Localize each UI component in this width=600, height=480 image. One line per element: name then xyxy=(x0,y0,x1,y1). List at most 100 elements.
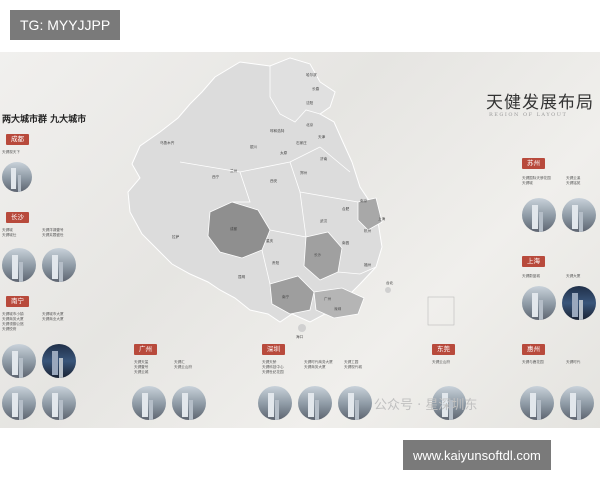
label-xian: 西安 xyxy=(270,178,278,183)
city-tag-chengdu: 成都 xyxy=(6,134,29,145)
label-taiyuan: 太原 xyxy=(280,150,288,155)
city-tag-shenzhen: 深圳 xyxy=(262,344,285,355)
label-shanghai: 上海 xyxy=(378,216,386,221)
shanghai-items-left: 天健蔚蓝城 xyxy=(522,274,540,279)
list-item: 天健与鹿花园 xyxy=(522,360,544,364)
shanghai-items-right: 天健大厦 xyxy=(566,274,580,279)
label-taipei: 台北 xyxy=(386,280,394,285)
shenzhen-photo-2 xyxy=(298,386,332,420)
city-tag-changsha: 长沙 xyxy=(6,212,29,223)
nanning-photo-1 xyxy=(2,344,36,378)
shenzhen-photo-3 xyxy=(338,386,372,420)
shenzhen-items-left: 天健天骄 天健科技中心 天健世纪花园 xyxy=(262,360,284,375)
layout-poster: 两大城市群 九大城市 天健发展布局 REGION OF LAYOUT 哈尔滨 长… xyxy=(0,52,600,428)
shanghai-photo-2 xyxy=(562,286,596,320)
nanning-photo-4 xyxy=(42,386,76,420)
dongguan-items: 天健云山府 xyxy=(432,360,450,365)
list-item: 天健城仕 xyxy=(2,233,17,237)
label-tianjin: 天津 xyxy=(318,134,326,139)
guangzhou-items-left: 天健天玺 天健壹号 天健云城 xyxy=(134,360,148,375)
label-hefei: 合肥 xyxy=(342,206,350,211)
label-fuzhou: 福州 xyxy=(364,262,372,267)
list-item: 天健云山府 xyxy=(174,365,192,369)
changsha-items-right: 天健洋湖壹号 天健芙蓉盛世 xyxy=(42,228,64,238)
label-lanzhou: 兰州 xyxy=(230,168,238,173)
label-wuhan: 武汉 xyxy=(320,218,328,223)
label-nanjing: 南京 xyxy=(360,198,368,203)
main-title: 天健发展布局 xyxy=(486,93,594,113)
label-nanchang: 南昌 xyxy=(342,240,350,245)
changsha-items-left: 天健城 天健城仕 xyxy=(2,228,16,238)
guangzhou-items-right: 天健汇 天健云山府 xyxy=(174,360,192,370)
list-item: 天健铭苑 xyxy=(566,181,581,185)
shenzhen-photo-1 xyxy=(258,386,292,420)
label-kunming: 昆明 xyxy=(238,274,246,279)
changsha-photo-1 xyxy=(2,248,36,282)
nanning-photo-2 xyxy=(42,344,76,378)
tg-text: TG: MYYJJPP xyxy=(20,17,111,33)
list-item: 天健观天下 xyxy=(2,150,20,154)
chengdu-items: 天健观天下 xyxy=(2,150,20,155)
label-lhasa: 拉萨 xyxy=(172,234,180,239)
label-chongqing: 重庆 xyxy=(266,238,274,243)
label-guiyang: 贵阳 xyxy=(272,260,280,265)
label-shenzhen: 深圳 xyxy=(334,306,342,311)
label-xining: 西宁 xyxy=(212,174,220,179)
china-outline xyxy=(127,57,383,323)
label-shenyang: 沈阳 xyxy=(306,100,314,105)
label-nanning: 南宁 xyxy=(282,294,290,299)
label-yinchuan: 银川 xyxy=(250,144,258,149)
northeast-region xyxy=(269,57,336,123)
city-tag-dongguan: 东莞 xyxy=(432,344,455,355)
url-overlay-label: www.kaiyunsoftdl.com xyxy=(403,440,551,470)
label-chengdu: 成都 xyxy=(230,226,238,231)
label-hangzhou: 杭州 xyxy=(364,228,372,233)
watermark: 公众号 · 星深圳东 xyxy=(374,398,478,413)
changsha-photo-2 xyxy=(42,248,76,282)
nanning-items-left: 天健城市小镇 天健商务大厦 天健领御公馆 天健悦府 xyxy=(2,312,24,332)
label-beijing: 北京 xyxy=(306,122,314,127)
tg-overlay-label: TG: MYYJJPP xyxy=(10,10,121,40)
list-item: 天健云城 xyxy=(134,370,149,374)
city-tag-suzhou: 苏州 xyxy=(522,158,545,169)
hainan-island xyxy=(298,324,306,332)
label-jinan: 济南 xyxy=(320,156,328,161)
guangzhou-photo-1 xyxy=(132,386,166,420)
china-map: 哈尔滨 长春 沈阳 北京 天津 石家庄 太原 济南 郑州 西安 兰州 西宁 银川… xyxy=(127,57,455,339)
list-item: 天健蔚蓝城 xyxy=(522,274,540,278)
label-changsha: 长沙 xyxy=(314,252,322,257)
left-section-title: 两大城市群 九大城市 xyxy=(2,115,87,125)
city-tag-guangzhou: 广州 xyxy=(134,344,157,355)
list-item: 天健云山府 xyxy=(432,360,450,364)
list-item: 天健商务大厦 xyxy=(304,365,326,369)
list-item: 天健时代 xyxy=(566,360,581,364)
south-china-sea-inset xyxy=(427,296,455,326)
list-item: 天健城 xyxy=(522,181,533,185)
label-urumqi: 乌鲁木齐 xyxy=(160,140,175,145)
chengdu-photo xyxy=(2,162,32,192)
list-item: 天健现代城 xyxy=(344,365,362,369)
label-changchun: 长春 xyxy=(312,86,320,91)
city-tag-nanning: 南宁 xyxy=(6,296,29,307)
url-text: www.kaiyunsoftdl.com xyxy=(413,447,541,463)
shenzhen-items-mid: 天健时代商务大厦 天健商务大厦 xyxy=(304,360,333,370)
label-hohhot: 呼和浩特 xyxy=(270,128,285,133)
list-item: 天健悦府 xyxy=(2,327,17,331)
suzhou-photo-2 xyxy=(562,198,596,232)
huizhou-photo-1 xyxy=(520,386,554,420)
list-item: 天健芙蓉盛世 xyxy=(42,233,64,237)
suzhou-photo-1 xyxy=(522,198,556,232)
huizhou-items-left: 天健与鹿花园 xyxy=(522,360,544,365)
list-item: 天健世纪花园 xyxy=(262,370,284,374)
taiwan-island xyxy=(385,287,391,293)
label-shijiazhuang: 石家庄 xyxy=(296,140,307,145)
label-haikou: 海口 xyxy=(296,334,304,339)
label-harbin: 哈尔滨 xyxy=(306,72,317,77)
city-tag-shanghai: 上海 xyxy=(522,256,545,267)
main-subtitle: REGION OF LAYOUT xyxy=(489,112,568,118)
suzhou-items-left: 天健国际天骄花园 天健城 xyxy=(522,176,551,186)
shenzhen-items-right: 天健工园 天健现代城 xyxy=(344,360,362,370)
shanghai-photo-1 xyxy=(522,286,556,320)
guangzhou-photo-2 xyxy=(172,386,206,420)
huizhou-items-right: 天健时代 xyxy=(566,360,580,365)
